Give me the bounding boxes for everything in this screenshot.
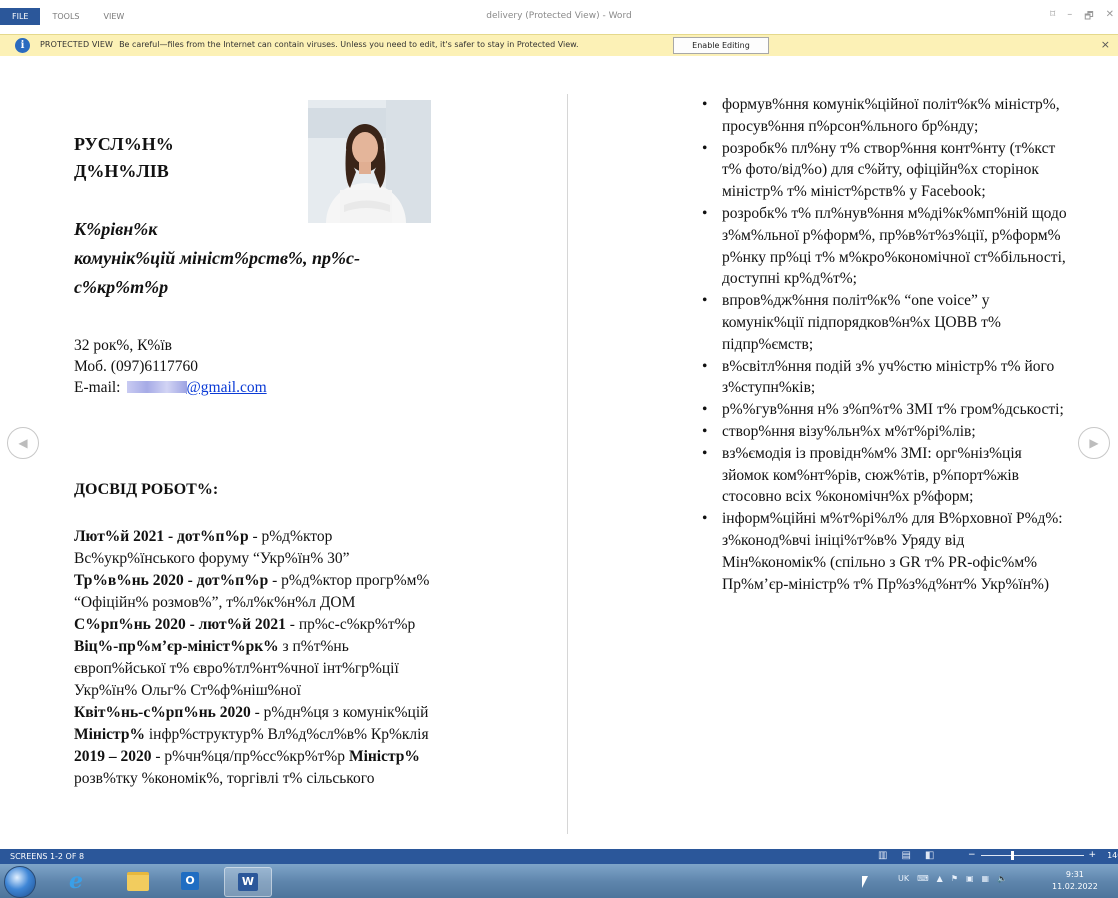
status-bar: SCREENS 1-2 OF 8 ▥ ▤ ◧ − + 140% [0, 849, 1118, 864]
internet-explorer-icon[interactable]: e [56, 868, 96, 894]
web-layout-icon[interactable]: ◧ [925, 850, 934, 861]
list-item: розробк% пл%ну т% створ%ння конт%нту (т%… [702, 138, 1067, 203]
experience-line: Тр%в%нь 2020 - дот%п%р - р%д%ктор прогр%… [74, 572, 430, 589]
list-item: розробк% т% пл%нув%ння м%ді%к%мп%ній щод… [702, 203, 1067, 290]
title-bar: FILE TOOLS VIEW delivery (Protected View… [0, 0, 1118, 34]
zoom-in-icon[interactable]: + [1089, 850, 1097, 860]
phone: Моб. (097)6117760 [74, 358, 199, 375]
experience-line: Квіт%нь-с%рп%нь 2020 - р%дн%ця з комунік… [74, 704, 429, 721]
close-icon[interactable]: × [1101, 38, 1110, 51]
word-icon[interactable]: W [224, 867, 272, 897]
minimize-icon[interactable]: – [1067, 9, 1072, 26]
contact-info: 32 рок%, К%їв Моб. (097)6117760 E-mail: @… [74, 335, 267, 398]
experience-line: “Офіційн% розмов%”, т%л%к%н%л ДОМ [74, 594, 356, 611]
resume-name: РУСЛ%Н% Д%Н%ЛІВ [74, 131, 174, 185]
name-first: РУСЛ%Н% [74, 134, 174, 154]
experience-heading: ДОСВІД РОБОТ%: [74, 481, 219, 498]
keyboard-icon[interactable]: ⌨ [917, 874, 929, 883]
responsibilities-list: формув%ння комунік%ційної політ%к% мініс… [702, 94, 1067, 595]
job-title-line: комунік%цій мініст%рств%, пр%с- [74, 248, 361, 268]
age-city: 32 рок%, К%їв [74, 337, 172, 354]
language-indicator[interactable]: UK [898, 874, 909, 883]
zoom-level[interactable]: 140% [1107, 851, 1118, 860]
close-window-icon[interactable]: ✕ [1106, 9, 1114, 26]
print-layout-icon[interactable]: ▤ [901, 850, 910, 861]
clock-time: 9:31 [1065, 870, 1084, 879]
experience-list: Лют%й 2021 - дот%п%р - р%д%ктор Вс%укр%ї… [74, 526, 554, 790]
clock-date: 11.02.2022 [1052, 882, 1098, 891]
job-title: К%рівн%к комунік%цій мініст%рств%, пр%с-… [74, 215, 494, 302]
experience-line: Вс%укр%їнського форуму “Укр%їн% 30” [74, 550, 350, 567]
volume-icon[interactable]: 🔈 [997, 874, 1007, 883]
system-clock[interactable]: 9:31 11.02.2022 [1052, 869, 1098, 893]
experience-line: С%рп%нь 2020 - лют%й 2021 - пр%с-с%кр%т%… [74, 616, 416, 633]
windows-taskbar: e O W UK ⌨ ▲ ⚑ ▣ ▦ 🔈 9:31 11.02.2022 [0, 864, 1118, 898]
previous-screen-button[interactable]: ◀ [7, 427, 39, 459]
mouse-cursor [862, 876, 868, 888]
document-area: ◀ ▶ РУСЛ%Н% Д%Н%ЛІВ К%рівн%к комунік%цій… [0, 56, 1118, 849]
list-item: інформ%ційні м%т%рі%л% для В%рховної Р%д… [702, 508, 1067, 595]
email-label: E-mail: [74, 379, 121, 396]
experience-line: Віц%-пр%м’єр-мініст%рк% з п%т%нь [74, 638, 349, 655]
page-divider [567, 94, 568, 834]
chevron-right-icon: ▶ [1089, 436, 1099, 450]
zoom-slider[interactable] [980, 850, 1084, 860]
protected-view-message: PROTECTED VIEW Be careful—files from the … [40, 40, 578, 49]
experience-line: розв%тку %кономік%, торгівлі т% сільсько… [74, 770, 375, 787]
zoom-control: − + 140% [968, 850, 1118, 860]
outlook-icon[interactable]: O [170, 868, 210, 894]
screens-indicator: SCREENS 1-2 OF 8 [10, 852, 85, 861]
restore-icon[interactable]: 🗗 [1084, 9, 1093, 26]
document-title: delivery (Protected View) - Word [486, 11, 632, 21]
view-mode-buttons: ▥ ▤ ◧ [878, 850, 934, 861]
chevron-left-icon: ◀ [18, 436, 28, 450]
next-screen-button[interactable]: ▶ [1078, 427, 1110, 459]
experience-line: європ%йської т% євро%тл%нт%чної інт%гр%ц… [74, 660, 399, 677]
info-icon: i [15, 38, 30, 53]
protected-view-bar: i PROTECTED VIEW Be careful—files from th… [0, 34, 1118, 57]
experience-line: 2019 – 2020 - р%чн%ця/пр%сс%кр%т%р Мініс… [74, 748, 420, 765]
list-item: в%світл%ння подій з% уч%стю міністр% т% … [702, 356, 1067, 400]
list-item: р%%гув%ння н% з%п%т% ЗМІ т% гром%дськост… [702, 399, 1067, 421]
device-icon[interactable]: ▣ [966, 874, 974, 883]
zoom-slider-thumb[interactable] [1011, 850, 1015, 860]
experience-line: Міністр% інфр%структур% Вл%д%сл%в% Кр%кл… [74, 726, 429, 743]
email-link[interactable]: @gmail.com [187, 379, 267, 396]
show-hidden-icons-icon[interactable]: ▲ [937, 874, 943, 883]
list-item: формув%ння комунік%ційної політ%к% мініс… [702, 94, 1067, 138]
redacted-email-user [126, 381, 187, 393]
system-tray: UK ⌨ ▲ ⚑ ▣ ▦ 🔈 [898, 874, 1007, 883]
protected-view-label: PROTECTED VIEW [40, 40, 114, 49]
network-icon[interactable]: ▦ [982, 874, 990, 883]
read-mode-icon[interactable]: ▥ [878, 850, 887, 861]
list-item: впров%дж%ння політ%к% “one voice” у кому… [702, 290, 1067, 355]
window-controls: ⌑ – 🗗 ✕ [1050, 9, 1114, 26]
list-item: вз%ємодія із провідн%м% ЗМІ: орг%ніз%ція… [702, 443, 1067, 508]
name-last: Д%Н%ЛІВ [74, 161, 169, 181]
enable-editing-button[interactable]: Enable Editing [673, 37, 769, 54]
experience-line: Укр%їн% Ольг% Ст%ф%ніш%ної [74, 682, 301, 699]
flag-icon[interactable]: ⚑ [951, 874, 958, 883]
email-row: E-mail: @gmail.com [74, 377, 267, 398]
experience-line: Лют%й 2021 - дот%п%р - р%д%ктор [74, 528, 333, 545]
portrait-image [308, 100, 431, 223]
job-title-line: с%кр%т%р [74, 277, 169, 297]
job-title-line: К%рівн%к [74, 219, 158, 239]
list-item: створ%ння візу%льн%х м%т%рі%лів; [702, 421, 1067, 443]
file-explorer-icon[interactable] [118, 868, 158, 894]
start-button[interactable] [4, 866, 36, 898]
profile-photo [308, 100, 431, 223]
protected-view-text: Be careful—files from the Internet can c… [119, 40, 579, 49]
ribbon-display-icon[interactable]: ⌑ [1050, 9, 1055, 26]
zoom-out-icon[interactable]: − [968, 850, 976, 860]
